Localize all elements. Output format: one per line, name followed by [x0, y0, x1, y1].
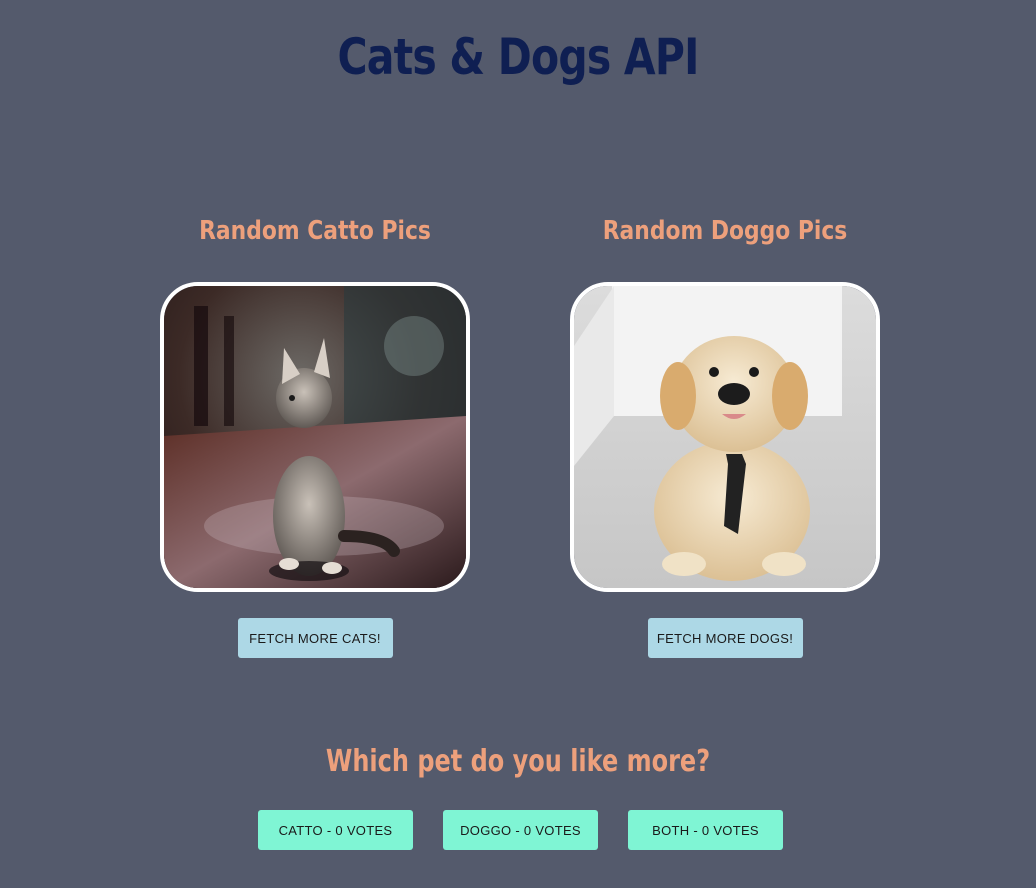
vote-catto-button[interactable]: CATTO - 0 VOTES: [258, 810, 413, 850]
cats-section: Random Catto Pics FETCH MORE CATS!: [160, 216, 470, 658]
dogs-heading: Random Doggo Pics: [602, 216, 848, 246]
cat-photo: [160, 282, 470, 592]
vote-question: Which pet do you like more?: [325, 744, 711, 779]
cats-heading: Random Catto Pics: [199, 216, 431, 246]
fetch-dogs-button[interactable]: FETCH MORE DOGS!: [647, 618, 803, 658]
vote-buttons: CATTO - 0 VOTES DOGGO - 0 VOTES BOTH - 0…: [258, 810, 788, 850]
dogs-section: Random Doggo Pics FETCH MORE DOGS!: [570, 216, 880, 658]
page-title: Cats & Dogs API: [337, 28, 699, 86]
kitten-photo-icon: [164, 286, 466, 588]
vote-doggo-button[interactable]: DOGGO - 0 VOTES: [443, 810, 598, 850]
dog-photo: [570, 282, 880, 592]
vote-both-button[interactable]: BOTH - 0 VOTES: [628, 810, 783, 850]
fetch-cats-button[interactable]: FETCH MORE CATS!: [237, 618, 393, 658]
puppy-photo-icon: [574, 286, 876, 588]
